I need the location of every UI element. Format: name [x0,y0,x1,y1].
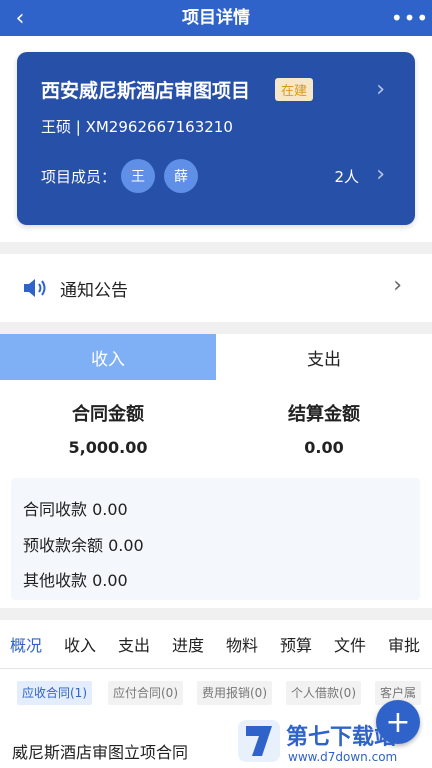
status-badge: 在建 [275,78,314,101]
contract-title: 威尼斯酒店审图立项合同 [12,743,189,762]
members-label: 项目成员： [41,168,117,186]
avatar[interactable]: 王 [121,159,155,193]
summary-row: 合同收款 0.00 [23,500,128,519]
watermark-brand: 第七下载站 [286,724,396,750]
tab-materials[interactable]: 物料 [226,632,258,656]
chevron-right-icon: › [376,77,385,102]
amounts-panel: 合同金额 5,000.00 结算金额 0.00 合同收款 0.00 预收款余额 … [0,380,432,608]
member-count: 2人 [334,168,359,186]
tab-income-detail[interactable]: 收入 [64,632,96,656]
notice-row[interactable]: 通知公告 › [0,254,432,322]
tab-expense-detail[interactable]: 支出 [118,632,150,656]
tab-progress[interactable]: 进度 [172,632,204,656]
watermark-logo: 第七下载站 www.d7down.com [238,720,397,764]
chip-receivable-contracts[interactable]: 应收合同(1) [17,681,92,705]
more-icon[interactable]: ••• [391,4,428,32]
project-card[interactable]: 西安威尼斯酒店审图项目 在建 › 王硕 | XM2962667163210 项目… [17,52,415,225]
summary-row: 预收款余额 0.00 [23,536,144,555]
summary-row: 其他收款 0.00 [23,571,128,590]
income-expense-tabs: 收入 支出 [0,334,432,380]
project-owner-code: 王硕 | XM2962667163210 [41,118,233,136]
chip-payable-contracts[interactable]: 应付合同(0) [108,681,183,705]
watermark-url: www.d7down.com [288,750,397,764]
settlement-amount-value: 0.00 [304,438,344,457]
settlement-amount-label: 结算金额 [288,404,360,425]
tab-files[interactable]: 文件 [334,632,366,656]
summary-box: 合同收款 0.00 预收款余额 0.00 其他收款 0.00 [11,478,420,600]
page-title: 项目详情 [182,8,250,28]
settlement-amount: 结算金额 0.00 [244,400,404,457]
chevron-right-icon[interactable]: › [376,162,385,187]
speaker-icon [24,279,46,297]
project-name: 西安威尼斯酒店审图项目 [41,80,251,102]
notice-label: 通知公告 [60,281,128,301]
detail-tabs: 概况 收入 支出 进度 物料 预算 文件 审批 [0,620,432,669]
tab-expense[interactable]: 支出 [216,334,432,380]
top-bar: ‹ 项目详情 ••• [0,0,432,36]
chip-personal-loans[interactable]: 个人借款(0) [286,681,361,705]
contract-amount: 合同金额 5,000.00 [28,400,188,457]
tab-budget[interactable]: 预算 [280,632,312,656]
tab-overview[interactable]: 概况 [10,632,42,656]
tab-income[interactable]: 收入 [0,334,216,380]
chevron-right-icon: › [393,273,402,298]
contract-amount-value: 5,000.00 [68,438,148,457]
tab-approval[interactable]: 审批 [388,632,420,656]
chip-expense-claims[interactable]: 费用报销(0) [197,681,272,705]
contract-amount-label: 合同金额 [72,404,144,425]
contract-filter-chips: 应收合同(1) 应付合同(0) 费用报销(0) 个人借款(0) 客户属 [0,669,432,717]
avatar[interactable]: 薛 [164,159,198,193]
